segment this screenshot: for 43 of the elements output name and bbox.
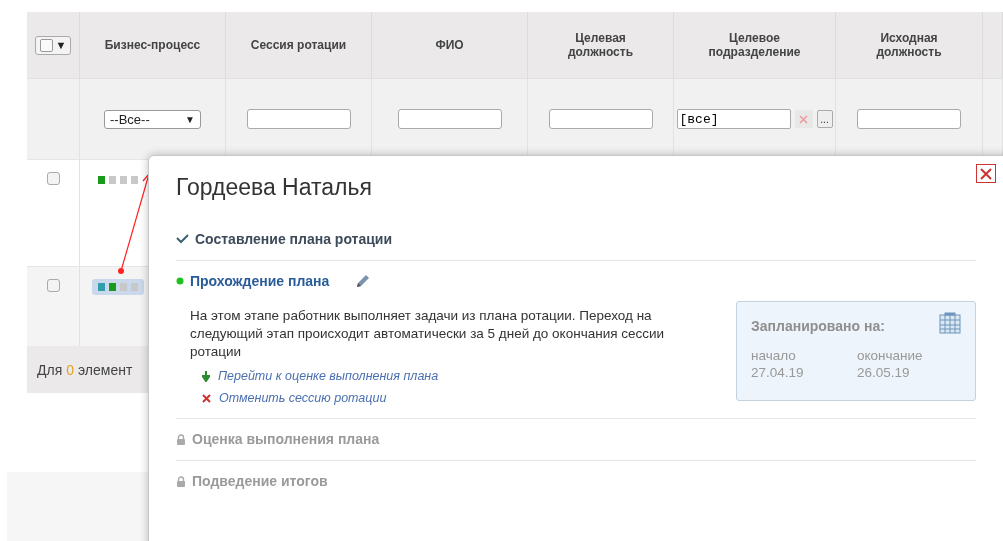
- row-checkbox[interactable]: [46, 279, 60, 292]
- clear-button[interactable]: [794, 110, 813, 128]
- check-icon: [176, 234, 189, 244]
- start-label: начало: [751, 348, 797, 363]
- pencil-icon[interactable]: [355, 273, 372, 289]
- filter-input[interactable]: [246, 109, 351, 129]
- column-header[interactable]: Сессия ротации: [250, 38, 347, 52]
- status-dot-icon: [176, 277, 184, 285]
- browse-button[interactable]: ...: [816, 110, 833, 128]
- action-link[interactable]: Перейти к оценке выполнения плана: [218, 369, 439, 383]
- end-label: окончание: [857, 348, 924, 363]
- step-title: Прохождение плана: [190, 273, 330, 289]
- start-date: 27.04.19: [751, 365, 805, 380]
- action-link[interactable]: Отменить сессию ротации: [219, 391, 387, 405]
- lock-icon: [176, 475, 186, 487]
- row-checkbox[interactable]: [46, 172, 60, 185]
- cross-icon: [799, 114, 808, 124]
- end-date: 26.05.19: [857, 365, 911, 380]
- filter-input[interactable]: [857, 109, 961, 129]
- filter-select[interactable]: --Все-- ▼: [104, 109, 201, 129]
- lock-icon: [176, 433, 186, 445]
- footer-label: элемент: [78, 361, 133, 378]
- footer-label: Для: [37, 361, 63, 378]
- column-header[interactable]: Целевая должность: [545, 31, 656, 59]
- step-title: Подведение итогов: [192, 473, 328, 489]
- close-button[interactable]: [976, 164, 996, 183]
- filter-input[interactable]: [все]: [676, 109, 791, 129]
- popup-title: Гордеева Наталья: [176, 174, 373, 201]
- column-header[interactable]: Бизнес-процесс: [104, 38, 201, 52]
- step-title: Оценка выполнения плана: [192, 431, 380, 447]
- step-title: Составление плана ротации: [195, 231, 393, 247]
- column-header[interactable]: ФИО: [435, 38, 464, 52]
- cross-icon: [202, 393, 211, 403]
- column-header[interactable]: Целевое подразделение: [699, 31, 810, 59]
- schedule-title: Запланировано на:: [751, 318, 885, 334]
- calendar-icon[interactable]: [939, 312, 961, 334]
- arrow-down-icon: [202, 370, 210, 382]
- filter-input[interactable]: [397, 109, 502, 129]
- select-all-checkbox[interactable]: ▼: [34, 35, 72, 55]
- column-header[interactable]: Исходная должность: [854, 31, 964, 59]
- filter-input[interactable]: [548, 109, 653, 129]
- selected-count: 0: [66, 361, 75, 378]
- step-description: На этом этапе работник выполняет задачи из плана ротации. Переход на следующий этап происходит автоматически за 5 дней до окончания сессии ротации: [190, 307, 666, 361]
